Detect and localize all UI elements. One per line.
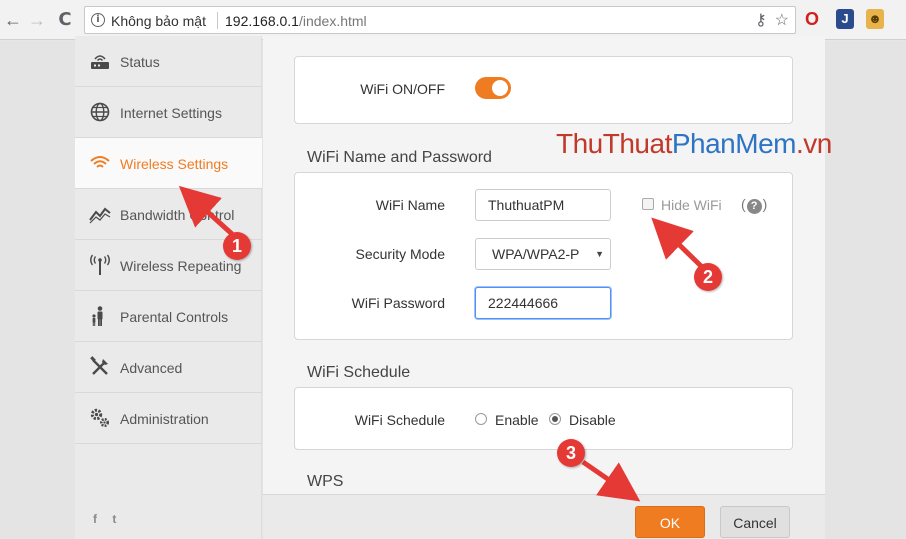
sidebar-item-label: Administration [120, 411, 209, 427]
toggle-knob [492, 80, 508, 96]
chevron-down-icon: ▼ [595, 249, 604, 259]
wifi-name-label: WiFi Name [375, 197, 445, 213]
wifi-name-password-title: WiFi Name and Password [307, 149, 492, 166]
sidebar-item-parental-controls[interactable]: Parental Controls [75, 291, 262, 342]
face-extension-icon[interactable]: ☻ [866, 9, 884, 29]
sidebar-item-label: Advanced [120, 360, 183, 376]
sidebar: Status Internet Settings Wireless Settin… [75, 36, 262, 539]
wifi-schedule-title: WiFi Schedule [307, 364, 411, 381]
sidebar-item-label: Wireless Repeating [120, 258, 242, 274]
schedule-enable-label[interactable]: Enable [495, 412, 539, 428]
reload-icon[interactable]: C [54, 9, 76, 31]
wifi-password-label: WiFi Password [351, 295, 445, 311]
wifi-onoff-label: WiFi ON/OFF [360, 81, 445, 97]
step-badge-3: 3 [557, 439, 585, 467]
browser-toolbar: ← → C i Không bảo mật 192.168.0.1/index.… [0, 0, 906, 40]
chart-icon [89, 203, 111, 225]
wireless-settings-panel: WiFi ON/OFF WiFi Name and Password WiFi … [263, 36, 825, 494]
globe-icon [89, 101, 111, 123]
family-icon [89, 305, 111, 327]
step-badge-2: 2 [694, 263, 722, 291]
hide-wifi-label[interactable]: Hide WiFi [661, 197, 722, 213]
info-icon[interactable]: i [91, 13, 105, 27]
url-path: /index.html [298, 13, 367, 29]
sidebar-item-label: Parental Controls [120, 309, 229, 325]
help-icon[interactable]: (?) [741, 196, 767, 214]
key-icon[interactable]: ⚷ [755, 12, 767, 29]
question-icon: ? [746, 199, 762, 214]
sidebar-item-advanced[interactable]: Advanced [75, 342, 262, 393]
sidebar-item-label: Bandwidth Control [120, 207, 235, 223]
address-divider [217, 12, 218, 29]
router-icon [89, 50, 111, 72]
watermark-part: Thuat [602, 128, 673, 159]
back-icon[interactable]: ← [2, 9, 24, 31]
sidebar-item-status[interactable]: Status [75, 36, 262, 87]
action-bar: OK Cancel [263, 494, 825, 539]
url-host: 192.168.0.1 [225, 13, 299, 29]
tools-icon [89, 356, 111, 378]
sidebar-item-wireless-settings[interactable]: Wireless Settings [75, 138, 262, 189]
step-badge-1: 1 [223, 232, 251, 260]
ok-button[interactable]: OK [635, 506, 705, 538]
wifi-name-password-card: WiFi Name ThuthuatPM Hide WiFi (?) Secur… [294, 172, 793, 340]
wifi-onoff-toggle[interactable] [475, 77, 511, 99]
wifi-toggle-card: WiFi ON/OFF [294, 56, 793, 124]
j-extension-icon[interactable]: J [836, 9, 854, 29]
cancel-button[interactable]: Cancel [720, 506, 790, 538]
wps-title: WPS [307, 473, 344, 490]
sidebar-item-label: Internet Settings [120, 105, 222, 121]
security-mode-label: Security Mode [355, 246, 445, 262]
address-actions: ⚷ ☆ [747, 10, 789, 30]
star-icon[interactable]: ☆ [775, 12, 789, 29]
help-close-paren: ) [762, 196, 768, 212]
wifi-schedule-card: WiFi Schedule Enable Disable [294, 387, 793, 450]
watermark: ThuThuatPhanMem.vn [556, 128, 832, 160]
sidebar-item-administration[interactable]: Administration [75, 393, 262, 444]
forward-icon[interactable]: → [26, 9, 48, 31]
schedule-disable-radio[interactable] [549, 413, 561, 425]
sidebar-item-label: Status [120, 54, 160, 70]
schedule-enable-radio[interactable] [475, 413, 487, 425]
social-links[interactable]: f t [93, 512, 122, 526]
security-mode-value: WPA/WPA2-P [492, 246, 580, 262]
gears-icon [89, 407, 111, 429]
wifi-icon [89, 152, 111, 174]
wifi-schedule-label: WiFi Schedule [354, 412, 445, 428]
help-open-paren: ( [741, 196, 746, 212]
security-label[interactable]: Không bảo mật [111, 13, 206, 29]
hide-wifi-checkbox[interactable] [642, 198, 654, 210]
watermark-part: PhanMem [671, 128, 797, 159]
schedule-disable-label[interactable]: Disable [569, 412, 616, 428]
sidebar-item-internet-settings[interactable]: Internet Settings [75, 87, 262, 138]
watermark-part: Thu [556, 128, 603, 159]
wifi-name-input[interactable]: ThuthuatPM [475, 189, 611, 221]
address-bar[interactable]: i Không bảo mật 192.168.0.1/index.html ⚷… [84, 6, 796, 34]
antenna-icon [89, 254, 111, 276]
watermark-part: .vn [795, 128, 832, 159]
security-mode-select[interactable]: WPA/WPA2-P ▼ [475, 238, 611, 270]
sidebar-item-label: Wireless Settings [120, 156, 229, 172]
url-text[interactable]: 192.168.0.1/index.html [225, 13, 367, 29]
wifi-password-input[interactable]: 222444666 [475, 287, 611, 319]
opera-extension-icon[interactable]: O [803, 9, 821, 29]
